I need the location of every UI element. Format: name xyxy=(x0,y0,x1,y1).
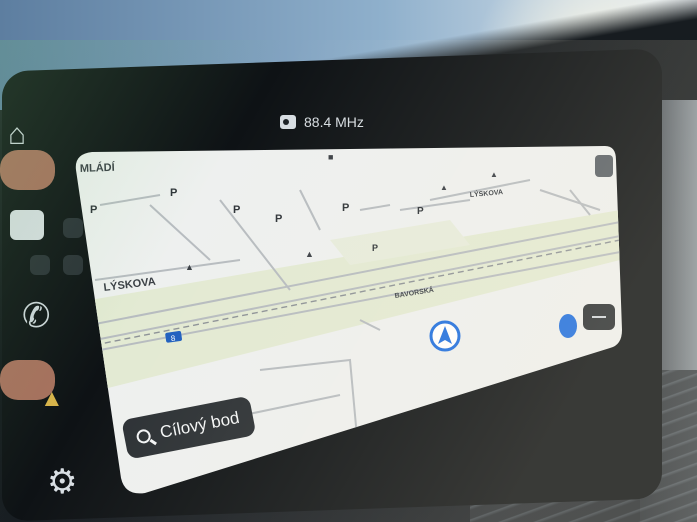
parking-marker: P xyxy=(372,243,378,253)
parking-marker: P xyxy=(233,204,240,216)
compass-icon[interactable] xyxy=(559,314,577,338)
search-label: Cílový bod xyxy=(158,407,241,442)
parking-marker: P xyxy=(275,213,282,225)
parking-marker: P xyxy=(417,206,424,217)
search-icon xyxy=(135,428,152,445)
parking-marker: P xyxy=(170,187,177,199)
map-view[interactable]: MLÁDÍ LÝSKOVA LÝSKOVA BAVORSKÁ P P P P P… xyxy=(0,0,697,522)
poi-icon: ▲ xyxy=(440,183,448,192)
poi-icon: ▲ xyxy=(490,170,498,179)
minus-icon xyxy=(592,316,606,318)
poi-icon: ■ xyxy=(328,152,333,162)
map-layers-button[interactable] xyxy=(595,155,613,177)
parking-marker: P xyxy=(90,204,97,216)
parking-marker: P xyxy=(342,202,349,214)
poi-icon: ▲ xyxy=(305,249,314,259)
poi-icon: ▲ xyxy=(185,262,194,272)
street-label: MLÁDÍ xyxy=(80,161,116,175)
